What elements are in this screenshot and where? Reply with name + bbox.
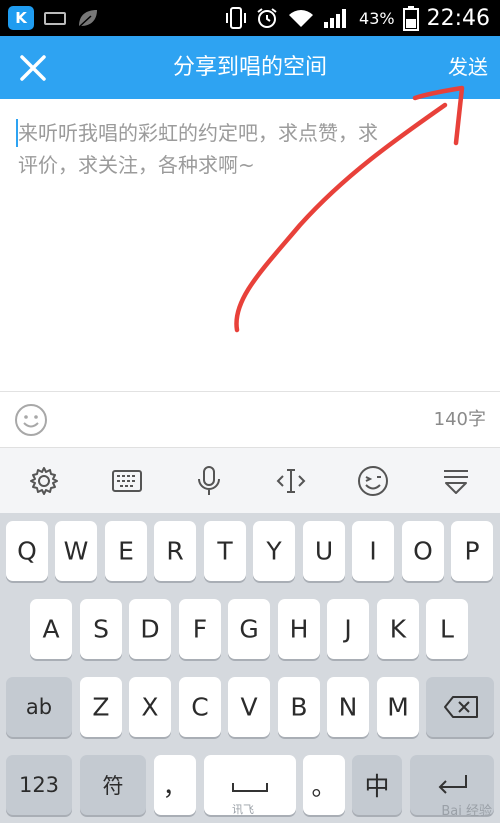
key-p[interactable]: P xyxy=(451,521,493,581)
status-bar: K 43% 22:46 xyxy=(0,0,500,36)
key-z[interactable]: Z xyxy=(80,677,122,737)
share-to-space-screen: K 43% 22:46 分享到唱的空间 发送 来听听我唱的彩虹的约定吧，求点赞，… xyxy=(0,0,500,823)
key-o[interactable]: O xyxy=(402,521,444,581)
keyboard-toolbar xyxy=(0,447,500,513)
key-l[interactable]: L xyxy=(426,599,468,659)
key-d[interactable]: D xyxy=(129,599,171,659)
compose-area[interactable]: 来听听我唱的彩虹的约定吧，求点赞，求 评价，求关注，各种求啊~ xyxy=(0,99,500,391)
cursor-move-icon[interactable] xyxy=(274,464,308,498)
leaf-icon xyxy=(78,10,97,28)
send-button[interactable]: 发送 xyxy=(448,36,488,99)
emoji-icon[interactable] xyxy=(14,403,48,437)
space-icon xyxy=(232,783,268,792)
key-r[interactable]: R xyxy=(154,521,196,581)
key-case-mode[interactable]: ab xyxy=(6,677,72,737)
enter-icon xyxy=(438,775,467,794)
key-q[interactable]: Q xyxy=(6,521,48,581)
key-v[interactable]: V xyxy=(228,677,270,737)
key-c[interactable]: C xyxy=(179,677,221,737)
key-m[interactable]: M xyxy=(377,677,419,737)
battery-percent: 43% xyxy=(359,8,395,28)
emoticon-icon[interactable] xyxy=(356,464,390,498)
char-counter: 140字 xyxy=(433,409,486,430)
wifi-icon xyxy=(289,10,314,27)
key-i[interactable]: I xyxy=(352,521,394,581)
placeholder-line-2: 评价，求关注，各种求啊~ xyxy=(18,153,255,177)
key-numbers[interactable]: 123 xyxy=(6,755,72,815)
key-k[interactable]: K xyxy=(377,599,419,659)
phone-vibrate-icon xyxy=(226,7,247,29)
keyboard-status-icon xyxy=(44,12,66,25)
message-input-placeholder[interactable]: 来听听我唱的彩虹的约定吧，求点赞，求 评价，求关注，各种求啊~ xyxy=(18,117,466,181)
key-f[interactable]: F xyxy=(179,599,221,659)
alarm-icon xyxy=(257,8,277,28)
page-title: 分享到唱的空间 xyxy=(172,55,327,80)
hide-keyboard-icon[interactable] xyxy=(439,464,473,498)
key-a[interactable]: A xyxy=(30,599,72,659)
key-language[interactable]: 中 xyxy=(352,755,402,815)
signal-icon xyxy=(324,9,347,28)
status-right: 43% 22:46 xyxy=(225,0,490,36)
key-j[interactable]: J xyxy=(327,599,369,659)
compose-footer: 140字 xyxy=(0,391,500,447)
clock: 22:46 xyxy=(426,5,490,31)
placeholder-line-1: 来听听我唱的彩虹的约定吧，求点赞，求 xyxy=(18,121,378,145)
key-symbols[interactable]: 符 xyxy=(80,755,146,815)
key-t[interactable]: T xyxy=(204,521,246,581)
key-g[interactable]: G xyxy=(228,599,270,659)
ifly-label: 讯飞 xyxy=(232,803,254,816)
key-b[interactable]: B xyxy=(278,677,320,737)
key-x[interactable]: X xyxy=(129,677,171,737)
watermark: Bai 经验 xyxy=(441,804,492,819)
key-y[interactable]: Y xyxy=(253,521,295,581)
app-badge-icon: K xyxy=(8,6,34,30)
soft-keyboard: Q W E R T Y U I O P A S D F G H J K L ab… xyxy=(0,513,500,823)
title-bar: 分享到唱的空间 发送 xyxy=(0,36,500,99)
key-period[interactable]: 。 xyxy=(303,755,345,815)
key-w[interactable]: W xyxy=(55,521,97,581)
battery-icon xyxy=(402,6,419,31)
key-s[interactable]: S xyxy=(80,599,122,659)
key-u[interactable]: U xyxy=(303,521,345,581)
microphone-icon[interactable] xyxy=(192,464,226,498)
backspace-key[interactable] xyxy=(426,677,494,737)
keyboard-icon[interactable] xyxy=(110,464,144,498)
key-comma[interactable]: ， xyxy=(154,755,196,815)
space-key[interactable]: 讯飞 xyxy=(204,755,296,816)
backspace-icon xyxy=(444,696,478,718)
key-h[interactable]: H xyxy=(278,599,320,659)
settings-icon[interactable] xyxy=(27,464,61,498)
key-e[interactable]: E xyxy=(105,521,147,581)
key-n[interactable]: N xyxy=(327,677,369,737)
